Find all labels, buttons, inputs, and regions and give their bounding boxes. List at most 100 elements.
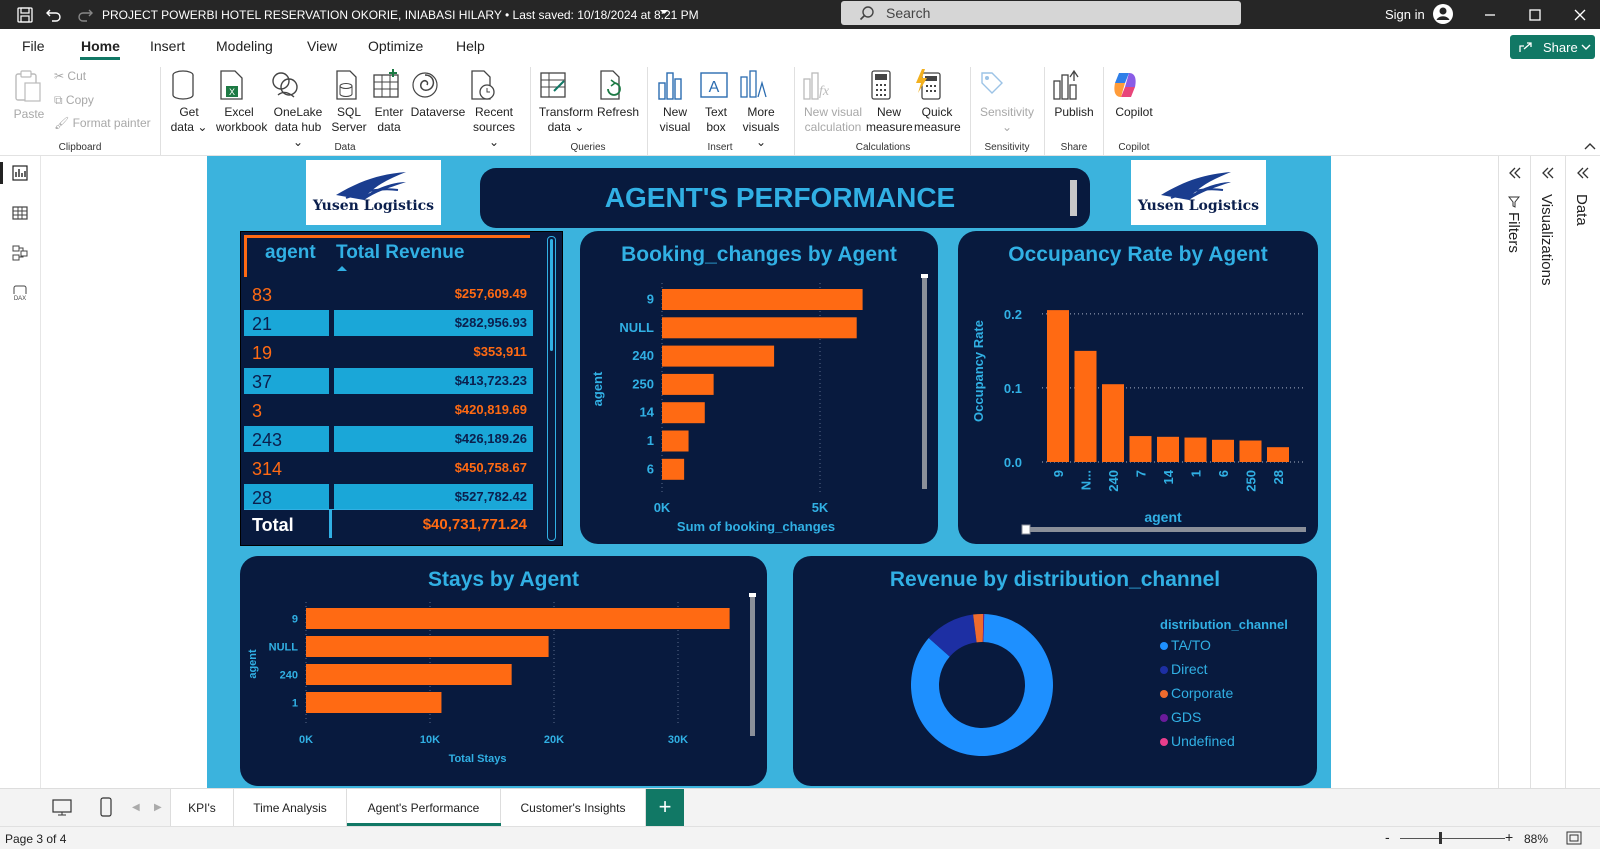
minimize-icon[interactable] [1480, 5, 1500, 25]
legend-item[interactable]: Corporate [1160, 685, 1233, 701]
table-row[interactable]: 83 $257,609.49 [244, 281, 533, 307]
tab-help[interactable]: Help [456, 38, 485, 54]
booking-changes-chart[interactable]: Booking_changes by Agent 0K 5K 9 NULL 240 250… [580, 231, 938, 544]
format-painter-button[interactable]: 🖌 Format painter [54, 116, 151, 131]
more-visuals-button[interactable]: More visuals ⌄ [738, 69, 784, 150]
table-row[interactable]: 28 $527,782.42 [244, 484, 533, 510]
page-tab-agents-performance[interactable]: Agent's Performance [347, 789, 501, 826]
visualizations-pane-collapsed[interactable]: Visualizations [1530, 156, 1565, 788]
tab-view[interactable]: View [307, 38, 337, 54]
save-icon[interactable] [16, 6, 34, 24]
previous-page-icon[interactable]: ◀ [132, 802, 140, 813]
zoom-out-button[interactable]: - [1385, 829, 1390, 845]
tab-insert[interactable]: Insert [150, 38, 185, 54]
share-button[interactable]: Share [1510, 35, 1595, 59]
table-row[interactable]: 314 $450,758.67 [244, 455, 533, 481]
recent-sources-icon [467, 69, 521, 101]
tab-file[interactable]: File [22, 38, 45, 54]
dax-query-view-icon[interactable]: DAX [11, 284, 29, 302]
sql-server-button[interactable]: SQL Server [331, 69, 367, 135]
enter-data-button[interactable]: Enter data [371, 69, 407, 135]
zoom-slider[interactable] [1400, 838, 1505, 839]
expand-filters-icon[interactable] [1508, 166, 1522, 180]
insert-group-label: Insert [707, 142, 733, 153]
table-row[interactable]: 19 $353,911 [244, 339, 533, 365]
expand-data-icon[interactable] [1576, 166, 1590, 180]
report-title-banner[interactable]: AGENT'S PERFORMANCE [480, 168, 1090, 228]
column-header-agent[interactable]: agent [265, 242, 316, 264]
bar-chart-icon [655, 69, 695, 101]
filters-pane-collapsed[interactable]: Filters [1498, 156, 1530, 788]
tab-home[interactable]: Home [81, 38, 120, 54]
excel-workbook-button[interactable]: X Excel workbook [216, 69, 267, 135]
new-visual-calculation-button[interactable]: fx New visual calculation [800, 69, 866, 135]
table-row[interactable]: 243 $426,189.26 [244, 426, 533, 452]
y-category-label: NULL [269, 642, 299, 654]
table-row[interactable]: 37 $413,723.23 [244, 368, 533, 394]
add-page-button[interactable]: + [646, 789, 684, 826]
refresh-button[interactable]: Refresh [596, 69, 640, 120]
onelake-button[interactable]: OneLake data hub ⌄ [270, 69, 326, 150]
zoom-in-button[interactable]: + [1505, 829, 1513, 845]
get-data-button[interactable]: Get data ⌄ [168, 69, 210, 135]
occupancy-rate-plot: 0.0 0.1 0.2 9 N... 240 7 14 1 6 250 28 agent Occupanc… [971, 307, 1306, 535]
chevron-down-icon[interactable] [658, 6, 670, 18]
sort-ascending-icon[interactable] [336, 264, 348, 272]
text-box-button[interactable]: A Text box [699, 69, 733, 135]
revenue-distribution-chart[interactable]: Revenue by distribution_channel distribu… [793, 556, 1317, 786]
agent-revenue-table[interactable]: agent Total Revenue 83 $257,609.49 21 $282,… [240, 231, 563, 546]
quick-measure-button[interactable]: Quick measure [914, 69, 961, 135]
undo-icon[interactable] [45, 6, 63, 24]
legend-item[interactable]: Undefined [1160, 733, 1235, 749]
y-category-label: 240 [632, 348, 654, 363]
page-tab-customers-insights[interactable]: Customer's Insights [501, 789, 646, 826]
search-input[interactable]: Search [841, 1, 1241, 25]
paste-button[interactable]: Paste [12, 69, 46, 122]
legend-item[interactable]: GDS [1160, 709, 1201, 725]
text-box-label: Text [704, 105, 727, 119]
transform-data-button[interactable]: Transform data ⌄ [538, 69, 594, 135]
sensitivity-button[interactable]: Sensitivity ⌄ [976, 69, 1038, 135]
column-header-total-revenue[interactable]: Total Revenue [336, 242, 464, 264]
collapse-ribbon-icon[interactable] [1584, 141, 1596, 151]
legend-item[interactable]: Direct [1160, 661, 1208, 677]
bar [1239, 440, 1262, 462]
copy-button[interactable]: ⧉ Copy [54, 93, 94, 108]
occupancy-rate-chart[interactable]: Occupancy Rate by Agent 0.0 0.1 0.2 9 N... 24… [958, 231, 1318, 544]
expand-visualizations-icon[interactable] [1541, 166, 1555, 180]
table-scrollbar-thumb[interactable] [550, 239, 553, 351]
visual-calc-icon: fx [800, 69, 866, 101]
table-row[interactable]: 21 $282,956.93 [244, 310, 533, 336]
stays-by-agent-chart[interactable]: Stays by Agent 0K 10K 20K 30K 9 NULL 240 1 Total… [240, 556, 767, 786]
close-icon[interactable] [1570, 5, 1590, 25]
mobile-layout-icon[interactable] [100, 797, 112, 817]
bar [1074, 350, 1097, 462]
tab-optimize[interactable]: Optimize [368, 38, 423, 54]
fit-to-page-icon[interactable] [1566, 831, 1582, 845]
page-tab-kpis[interactable]: KPI's [170, 789, 234, 826]
zoom-slider-thumb[interactable] [1439, 832, 1442, 844]
table-row[interactable]: 3 $420,819.69 [244, 397, 533, 423]
new-visual-button[interactable]: New visual [655, 69, 695, 135]
user-avatar-icon[interactable] [1432, 3, 1454, 25]
table-view-icon[interactable] [11, 204, 29, 222]
sign-in-link[interactable]: Sign in [1385, 7, 1425, 22]
cut-button[interactable]: ✂ Cut [54, 69, 86, 84]
recent-sources-button[interactable]: Recent sources ⌄ [467, 69, 521, 150]
model-view-icon[interactable] [11, 244, 29, 262]
data-pane-collapsed[interactable]: Data [1565, 156, 1600, 788]
report-view-icon[interactable] [11, 164, 29, 182]
publish-button[interactable]: Publish [1050, 69, 1098, 120]
table-scrollbar[interactable] [547, 236, 556, 541]
dataverse-button[interactable]: Dataverse [410, 69, 466, 120]
new-measure-button[interactable]: New measure [866, 69, 913, 135]
redo-icon[interactable] [76, 6, 94, 24]
next-page-icon[interactable]: ▶ [154, 802, 162, 813]
copilot-button[interactable]: Copilot [1110, 69, 1158, 120]
filters-pane-label: Filters [1505, 212, 1522, 253]
page-tab-time-analysis[interactable]: Time Analysis [234, 789, 347, 826]
desktop-layout-icon[interactable] [52, 799, 72, 817]
legend-item[interactable]: TA/TO [1160, 637, 1211, 653]
tab-modeling[interactable]: Modeling [216, 38, 273, 54]
maximize-icon[interactable] [1525, 5, 1545, 25]
